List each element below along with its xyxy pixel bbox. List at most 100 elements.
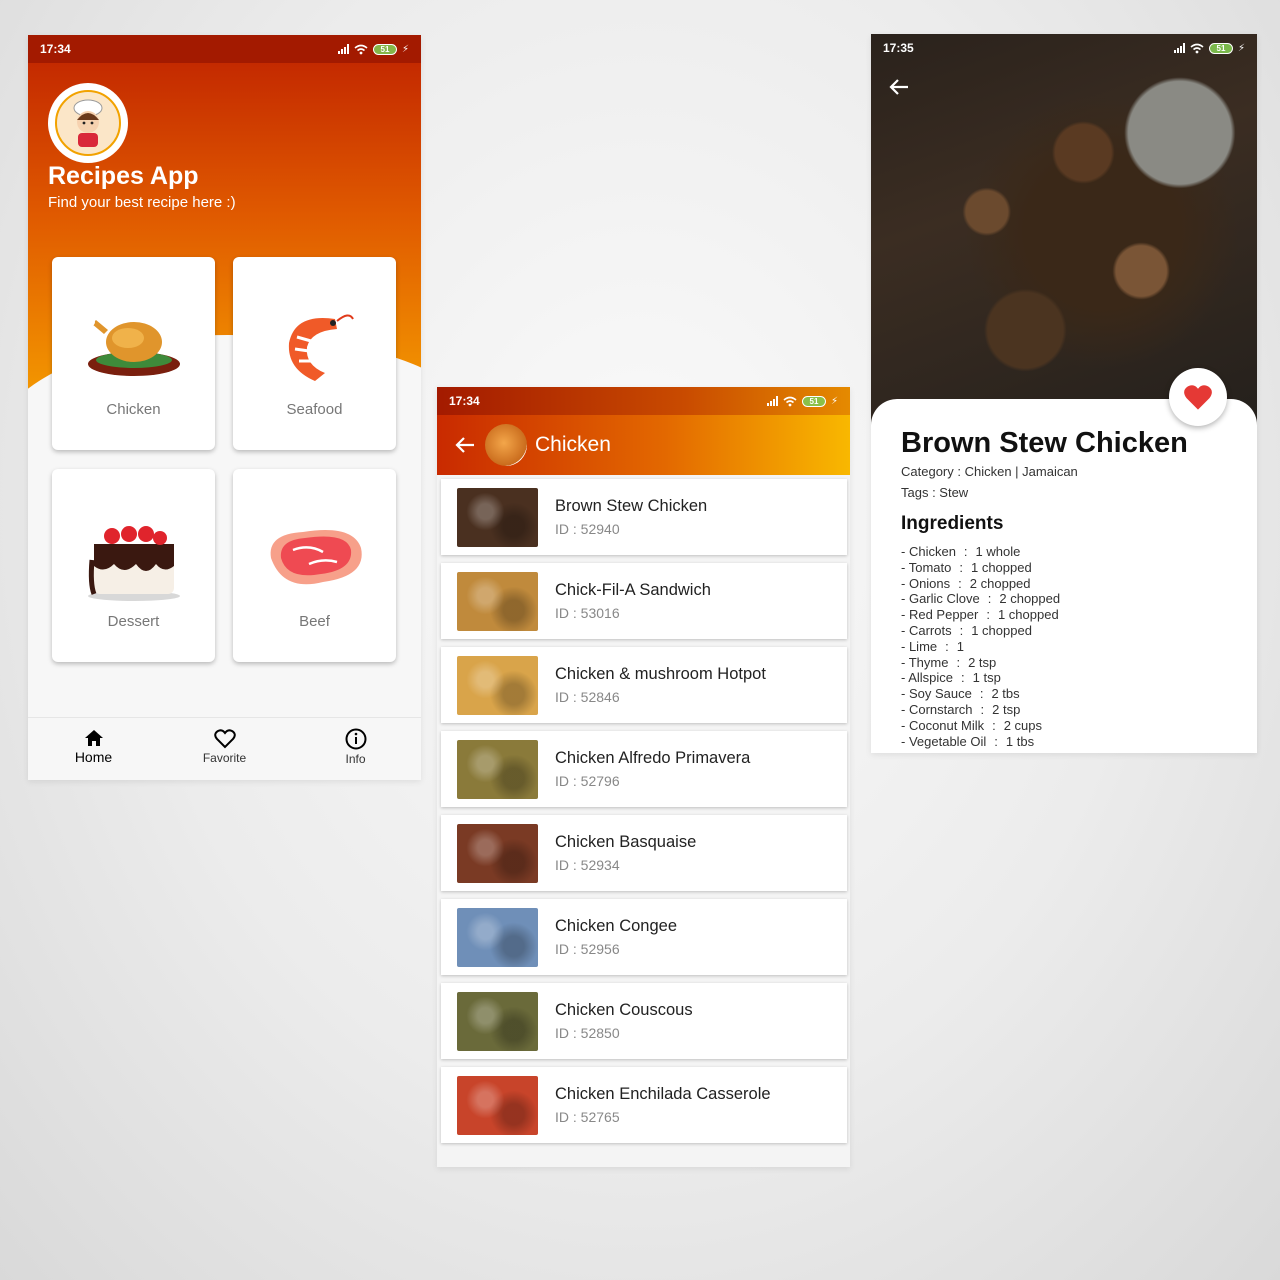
ingredient-separator: :	[987, 591, 992, 607]
page-title: Chicken	[535, 433, 611, 456]
app-title: Recipes App	[48, 162, 199, 190]
ingredient-name: Garlic Clove	[908, 591, 980, 607]
recipe-id: ID : 53016	[555, 605, 711, 621]
category-label: Beef	[299, 613, 330, 630]
recipe-name: Chicken Couscous	[555, 1001, 693, 1019]
ingredient-name: Lime	[908, 638, 938, 654]
recipe-text: Chicken Basquaise ID : 52934	[555, 833, 696, 873]
roast-chicken-icon	[86, 318, 180, 376]
recipe-id-value: 52934	[580, 857, 620, 873]
recipe-text: Chicken Enchilada Casserole ID : 52765	[555, 1085, 771, 1125]
ingredient-measure: 1 tbs	[1005, 733, 1035, 749]
recipe-name: Chick-Fil-A Sandwich	[555, 581, 711, 599]
recipe-text: Chicken Alfredo Primavera ID : 52796	[555, 749, 750, 789]
recipe-row[interactable]: Chicken Basquaise ID : 52934	[441, 815, 847, 891]
nav-info[interactable]: Info	[290, 718, 421, 775]
ingredient-name: Red Pepper	[908, 607, 979, 623]
favorite-button[interactable]	[1169, 368, 1227, 426]
recipe-row[interactable]: Brown Stew Chicken ID : 52940	[441, 479, 847, 555]
info-icon	[345, 728, 366, 749]
ingredient-item: Onions:2 chopped	[901, 576, 1060, 592]
recipe-id-prefix: ID :	[555, 1025, 581, 1041]
recipe-id-prefix: ID :	[555, 857, 581, 873]
ingredient-item: Soy Sauce:2 tbs	[901, 686, 1060, 702]
recipe-id-value: 53016	[580, 605, 620, 621]
ingredient-measure: 1 whole	[975, 544, 1021, 559]
recipe-row[interactable]: Chicken Enchilada Casserole ID : 52765	[441, 1067, 847, 1143]
ingredient-item: Allspice:1 tsp	[901, 670, 1060, 686]
nav-favorite[interactable]: Favorite	[159, 718, 290, 775]
ingredient-measure: 2 chopped	[969, 575, 1031, 591]
wifi-icon	[783, 396, 797, 406]
recipe-text: Brown Stew Chicken ID : 52940	[555, 497, 707, 537]
home-icon	[84, 729, 103, 746]
recipe-row[interactable]: Chicken Alfredo Primavera ID : 52796	[441, 731, 847, 807]
ingredient-separator: :	[961, 670, 965, 686]
category-card-chicken[interactable]: Chicken	[52, 257, 215, 450]
status-time: 17:34	[449, 394, 480, 408]
status-bar: 17:34 51 ⚡	[437, 387, 850, 415]
shrimp-icon	[288, 314, 354, 381]
recipe-name: Brown Stew Chicken	[555, 497, 708, 515]
battery-icon: 51	[372, 43, 397, 55]
ingredient-separator: :	[979, 686, 984, 702]
heart-icon	[213, 728, 236, 748]
recipe-id: ID : 52934	[555, 857, 696, 873]
recipe-id-value: 52846	[580, 689, 620, 705]
ingredient-item: Thyme:2 tsp	[901, 655, 1060, 671]
ingredient-item: Vegetable Oil:1 tbs	[901, 734, 1060, 750]
recipe-id-value: 52796	[580, 773, 620, 789]
category-thumbnail	[485, 424, 527, 466]
recipe-id-prefix: ID :	[555, 773, 581, 789]
recipe-thumbnail	[457, 907, 538, 967]
category-label: Seafood	[286, 401, 343, 418]
ingredient-item: Garlic Clove:2 chopped	[901, 591, 1060, 607]
recipe-id: ID : 52846	[555, 689, 766, 705]
status-time: 17:34	[40, 42, 71, 56]
recipe-thumbnail	[457, 739, 538, 799]
ingredient-item: Chicken:1 whole	[901, 544, 1060, 560]
battery-icon: 51	[801, 395, 826, 407]
recipe-tags: Tags : Stew	[901, 485, 969, 500]
back-arrow-icon[interactable]	[455, 436, 475, 454]
recipe-text: Chicken Couscous ID : 52850	[555, 1001, 693, 1041]
recipe-id: ID : 52940	[555, 521, 707, 537]
category-card-beef[interactable]: Beef	[233, 469, 396, 662]
recipe-row[interactable]: Chicken Couscous ID : 52850	[441, 983, 847, 1059]
ingredient-separator: :	[959, 622, 964, 638]
nav-home[interactable]: Home	[28, 718, 159, 775]
recipe-row[interactable]: Chicken Congee ID : 52956	[441, 899, 847, 975]
charging-icon: ⚡	[401, 43, 409, 55]
recipe-id-prefix: ID :	[555, 689, 581, 705]
category-card-dessert[interactable]: Dessert	[52, 469, 215, 662]
recipe-row[interactable]: Chicken & mushroom Hotpot ID : 52846	[441, 647, 847, 723]
ingredient-measure: 1 chopped	[971, 622, 1032, 638]
signal-icon	[337, 44, 349, 54]
ingredient-name: Onions	[908, 575, 951, 591]
recipe-title: Brown Stew Chicken	[901, 427, 1188, 459]
ingredients-list: Chicken:1 wholeTomato:1 choppedOnions:2 …	[901, 544, 1060, 749]
signal-icon	[766, 396, 778, 406]
charging-icon: ⚡	[1237, 42, 1245, 54]
back-arrow-icon[interactable]	[889, 78, 909, 96]
recipe-name: Chicken Basquaise	[555, 833, 697, 851]
ingredient-name: Soy Sauce	[908, 686, 972, 702]
category-card-seafood[interactable]: Seafood	[233, 257, 396, 450]
recipe-id-value: 52850	[580, 1025, 620, 1041]
status-time: 17:35	[883, 41, 914, 55]
ingredient-measure: 2 chopped	[999, 591, 1061, 607]
recipe-thumbnail	[457, 487, 538, 547]
recipe-row[interactable]: Chick-Fil-A Sandwich ID : 53016	[441, 563, 847, 639]
recipe-id-prefix: ID :	[555, 941, 581, 957]
ingredient-separator: :	[992, 717, 996, 733]
category-label: Dessert	[107, 613, 160, 630]
ingredient-measure: 1 chopped	[970, 559, 1032, 575]
recipe-name: Chicken & mushroom Hotpot	[555, 665, 766, 683]
category-label: Chicken	[106, 401, 161, 418]
nav-label: Info	[345, 751, 366, 766]
chef-icon	[73, 99, 103, 147]
recipe-id: ID : 52765	[555, 1109, 771, 1125]
recipe-id: ID : 52796	[555, 773, 750, 789]
nav-label: Home	[74, 748, 113, 765]
heart-filled-icon	[1184, 384, 1212, 410]
